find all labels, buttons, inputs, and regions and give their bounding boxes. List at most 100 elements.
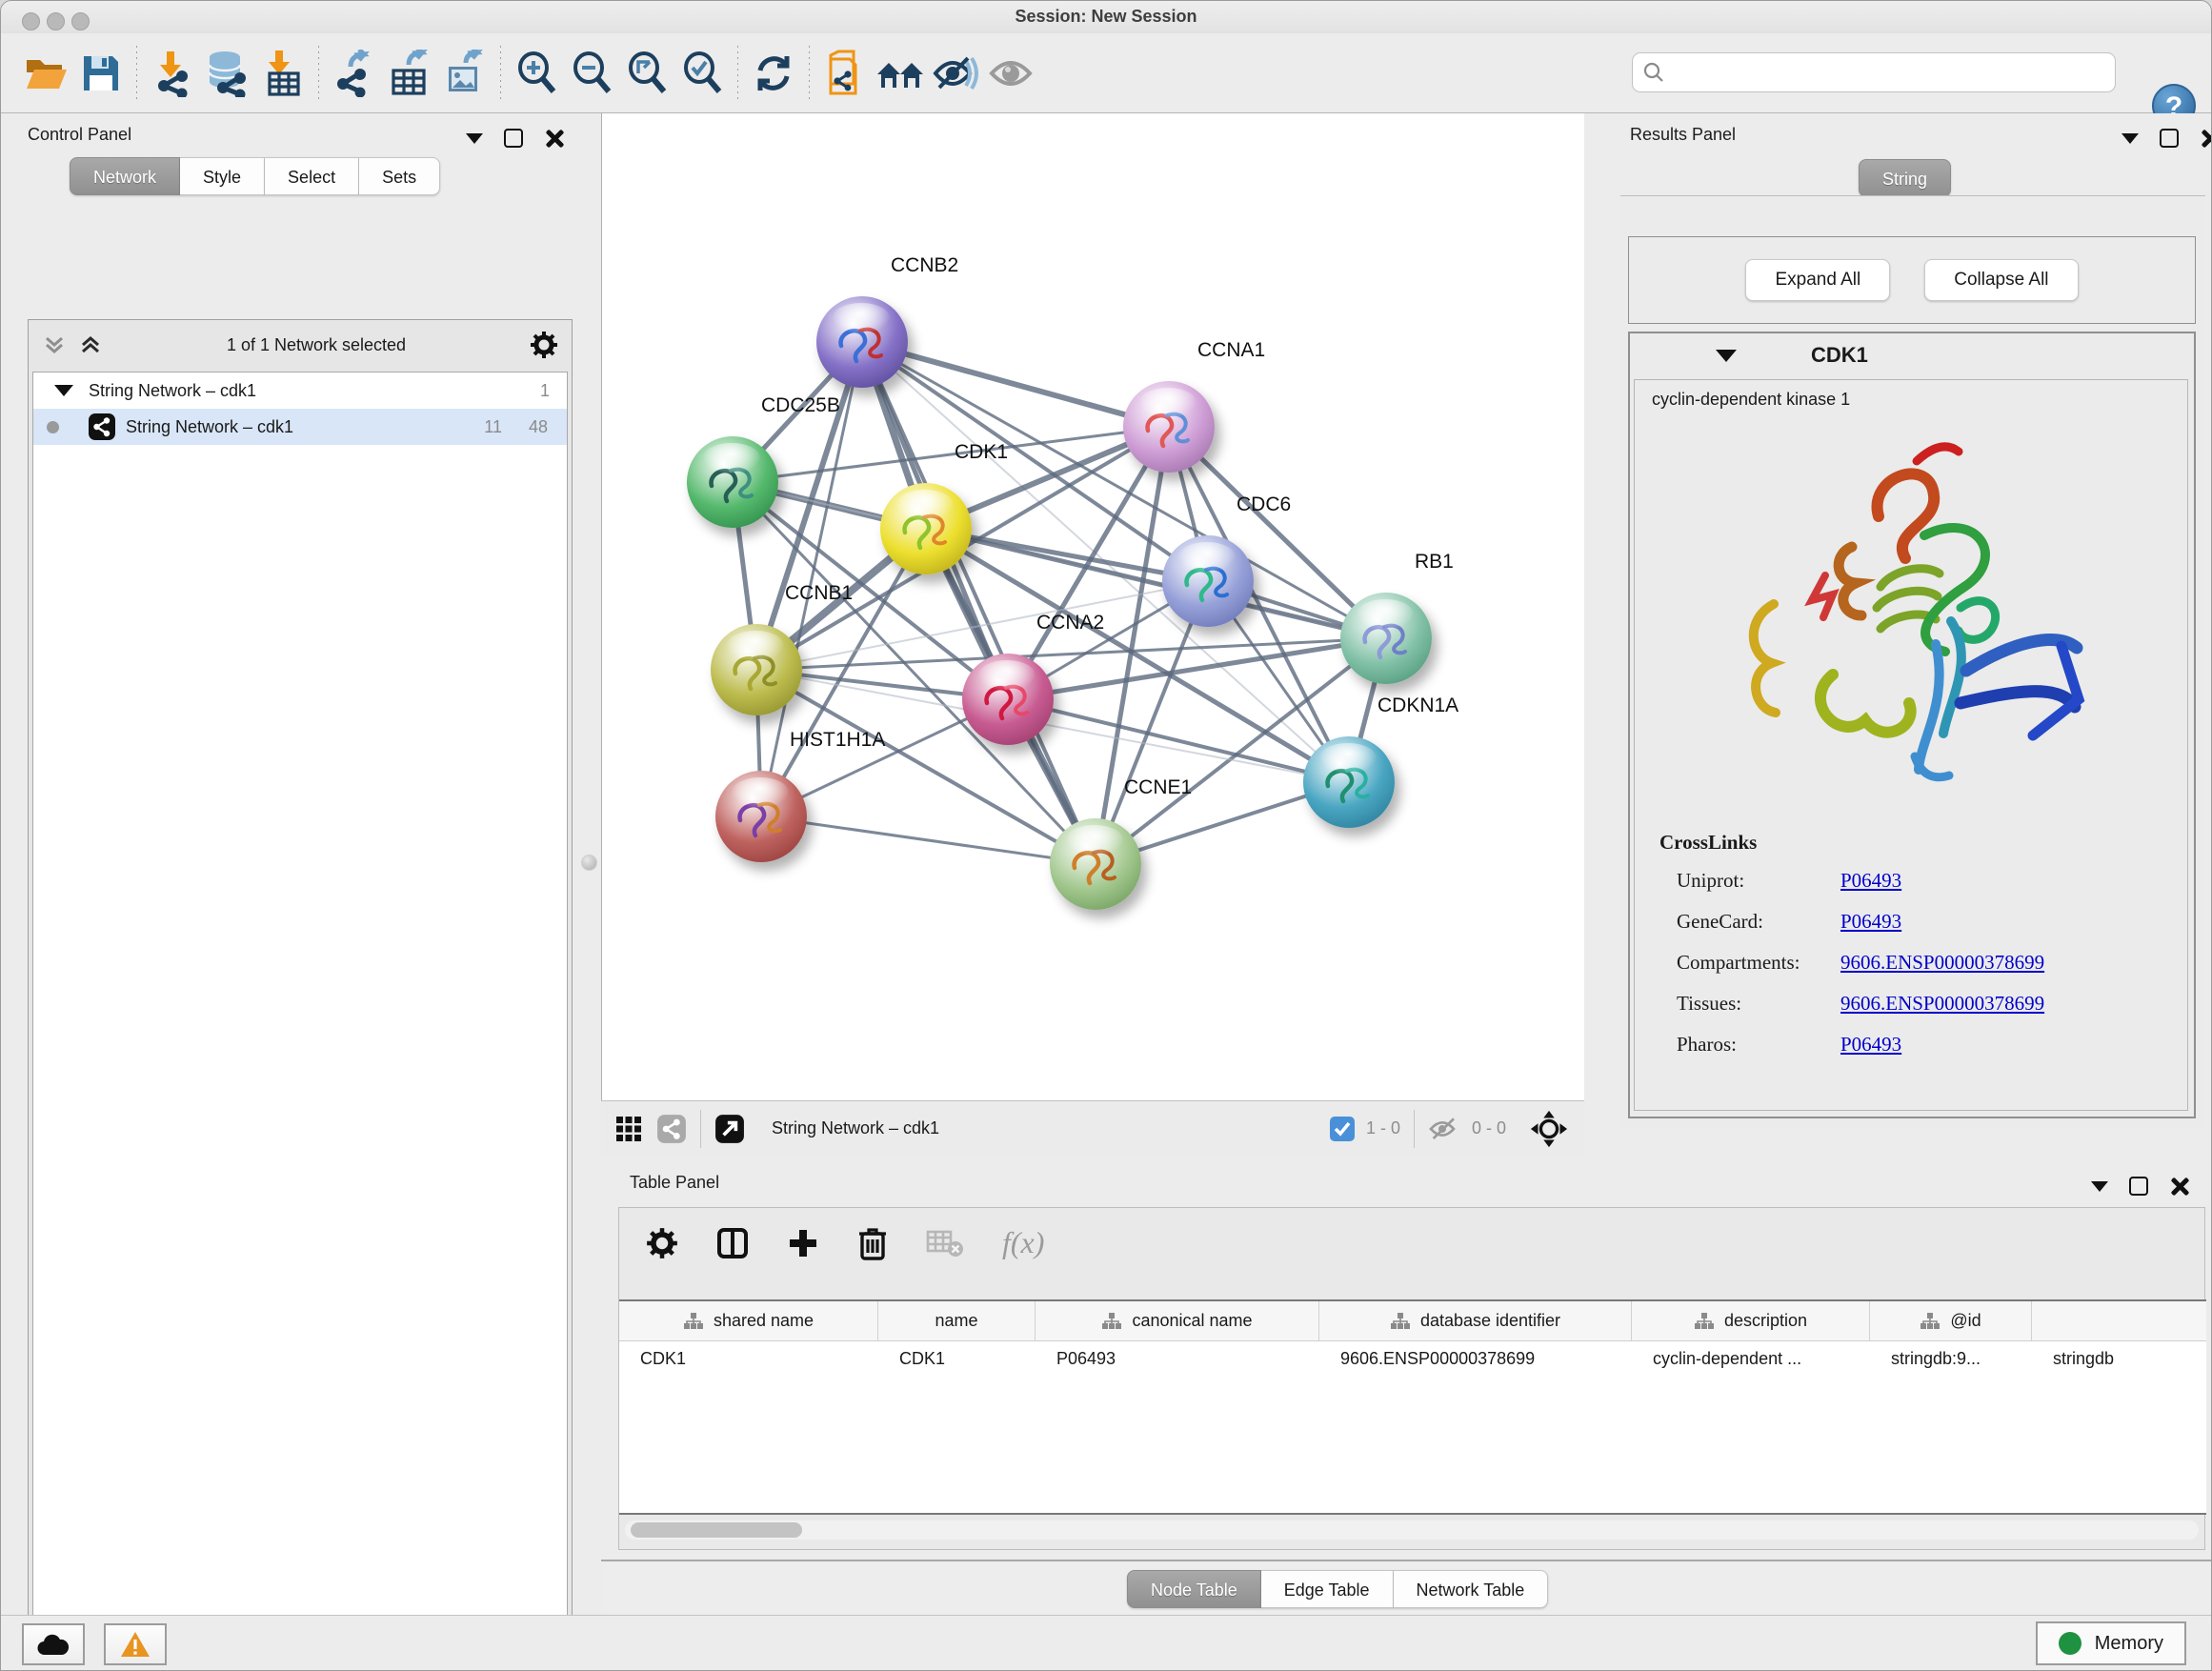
column-header-description[interactable]: description <box>1632 1301 1870 1340</box>
tab-sets[interactable]: Sets <box>359 157 440 195</box>
table-cell[interactable]: 9606.ENSP00000378699 <box>1319 1349 1632 1369</box>
export-table-button[interactable] <box>382 47 437 100</box>
search-input[interactable] <box>1665 63 2084 83</box>
zoom-in-button[interactable] <box>509 47 564 100</box>
table-panel-float-menu-icon[interactable] <box>2091 1181 2108 1192</box>
network-node-ccna2[interactable] <box>962 654 1054 745</box>
import-network-file-button[interactable] <box>145 47 200 100</box>
table-options-gear-icon[interactable] <box>646 1227 678 1259</box>
grid-view-icon[interactable] <box>614 1115 643 1143</box>
show-graphics-button[interactable] <box>983 47 1038 100</box>
table-cell[interactable]: CDK1 <box>878 1349 1036 1369</box>
crosslink-link[interactable]: P06493 <box>1840 910 1901 934</box>
tab-string[interactable]: String <box>1859 159 1951 197</box>
zoom-selected-button[interactable] <box>674 47 730 100</box>
expand-all-networks-icon[interactable] <box>78 332 103 357</box>
tab-style[interactable]: Style <box>180 157 265 195</box>
tab-network-table[interactable]: Network Table <box>1394 1570 1549 1608</box>
open-session-button[interactable] <box>18 47 73 100</box>
network-edge[interactable] <box>761 816 1096 864</box>
table-tabs: Node Table Edge Table Network Table <box>1127 1570 1548 1608</box>
network-node-cdkn1a[interactable] <box>1303 736 1395 828</box>
table-cell[interactable]: stringdb:9... <box>1870 1349 2032 1369</box>
warnings-button[interactable] <box>104 1623 167 1665</box>
expand-all-button[interactable]: Expand All <box>1745 259 1890 301</box>
tab-select[interactable]: Select <box>265 157 359 195</box>
network-edge[interactable] <box>756 342 862 670</box>
column-header-name[interactable]: name <box>878 1301 1036 1340</box>
table-cell[interactable]: CDK1 <box>619 1349 878 1369</box>
birdseye-nav-icon[interactable] <box>1529 1109 1569 1149</box>
network-collection-row[interactable]: String Network – cdk1 1 <box>33 372 567 409</box>
collection-expand-icon[interactable] <box>54 385 73 396</box>
control-panel-float-icon[interactable] <box>504 129 523 148</box>
tab-network[interactable]: Network <box>70 157 180 195</box>
control-panel-float-menu-icon[interactable] <box>466 133 483 144</box>
hide-unhide-button[interactable] <box>928 47 983 100</box>
table-hscrollbar[interactable] <box>625 1520 2199 1540</box>
column-header-database-identifier[interactable]: database identifier <box>1319 1301 1632 1340</box>
node-label: CCNA2 <box>1036 612 1104 634</box>
crosslink-link[interactable]: P06493 <box>1840 869 1901 893</box>
control-panel-close-icon[interactable] <box>544 129 563 148</box>
network-node-ccnb1[interactable] <box>711 624 802 715</box>
collapse-all-networks-icon[interactable] <box>42 332 67 357</box>
table-cell[interactable]: P06493 <box>1036 1349 1319 1369</box>
table-panel-float-icon[interactable] <box>2129 1177 2148 1196</box>
network-node-ccna1[interactable] <box>1123 381 1215 473</box>
table-cell[interactable]: stringdb <box>2032 1349 2206 1369</box>
crosslink-link[interactable]: P06493 <box>1840 1033 1901 1057</box>
tab-edge-table[interactable]: Edge Table <box>1261 1570 1394 1608</box>
export-network-button[interactable] <box>327 47 382 100</box>
network-node-cdc25b[interactable] <box>687 436 778 528</box>
crosslink-label: Tissues: <box>1677 992 1840 1016</box>
detach-view-icon[interactable] <box>714 1114 745 1144</box>
memory-button[interactable]: Memory <box>2036 1621 2186 1665</box>
save-session-button[interactable] <box>73 47 129 100</box>
network-options-gear-icon[interactable] <box>530 331 558 359</box>
network-canvas[interactable]: CCNB2CCNA1CDC25BCDK1CDC6RB1CCNB1CCNA2CDK… <box>601 113 1584 1100</box>
results-panel-float-menu-icon[interactable] <box>2122 133 2139 144</box>
table-row[interactable]: CDK1CDK1P064939606.ENSP00000378699cyclin… <box>619 1341 2206 1376</box>
table-cell[interactable]: cyclin-dependent ... <box>1632 1349 1870 1369</box>
network-row-selected[interactable]: String Network – cdk1 11 48 <box>33 409 567 445</box>
import-table-button[interactable] <box>255 47 311 100</box>
network-edge[interactable] <box>862 342 1096 864</box>
export-image-button[interactable] <box>437 47 493 100</box>
column-header--id[interactable]: @id <box>1870 1301 2032 1340</box>
gene-section-header[interactable]: CDK1 <box>1630 333 2194 377</box>
column-header-namespace[interactable]: namespace <box>2032 1301 2206 1340</box>
delete-column-trash-icon[interactable] <box>857 1226 888 1260</box>
share-view-icon[interactable] <box>656 1114 687 1144</box>
zoom-out-button[interactable] <box>564 47 619 100</box>
network-node-rb1[interactable] <box>1340 593 1432 684</box>
selected-checkbox-icon[interactable] <box>1330 1117 1355 1141</box>
crosslink-link[interactable]: 9606.ENSP00000378699 <box>1840 992 2044 1016</box>
network-node-cdk1[interactable] <box>880 483 972 574</box>
import-network-database-button[interactable] <box>200 47 255 100</box>
cloud-status-button[interactable] <box>22 1623 85 1665</box>
zoom-fit-button[interactable] <box>619 47 674 100</box>
column-header-shared-name[interactable]: shared name <box>619 1301 878 1340</box>
home-view-button[interactable] <box>873 47 928 100</box>
protein-ribbon-icon <box>731 792 792 845</box>
column-header-canonical-name[interactable]: canonical name <box>1036 1301 1319 1340</box>
network-node-ccnb2[interactable] <box>816 296 908 388</box>
crosslink-link[interactable]: 9606.ENSP00000378699 <box>1840 951 2044 975</box>
create-column-plus-icon[interactable] <box>787 1227 819 1259</box>
tab-node-table[interactable]: Node Table <box>1127 1570 1261 1608</box>
results-panel-float-icon[interactable] <box>2160 129 2179 148</box>
gene-collapse-icon[interactable] <box>1716 350 1737 362</box>
table-panel-close-icon[interactable] <box>2169 1177 2188 1196</box>
show-columns-icon[interactable] <box>716 1227 749 1259</box>
collapse-all-button[interactable]: Collapse All <box>1924 259 2078 301</box>
network-node-ccne1[interactable] <box>1050 818 1141 910</box>
apply-layout-button[interactable] <box>746 47 801 100</box>
results-panel-close-icon[interactable] <box>2200 129 2212 148</box>
network-node-hist1h1a[interactable] <box>715 771 807 862</box>
table-hscrollbar-thumb[interactable] <box>631 1522 802 1538</box>
crosslink-label: Compartments: <box>1677 951 1840 975</box>
clone-network-button[interactable] <box>817 47 873 100</box>
left-splitter-handle[interactable] <box>581 855 597 871</box>
network-node-cdc6[interactable] <box>1162 535 1254 627</box>
